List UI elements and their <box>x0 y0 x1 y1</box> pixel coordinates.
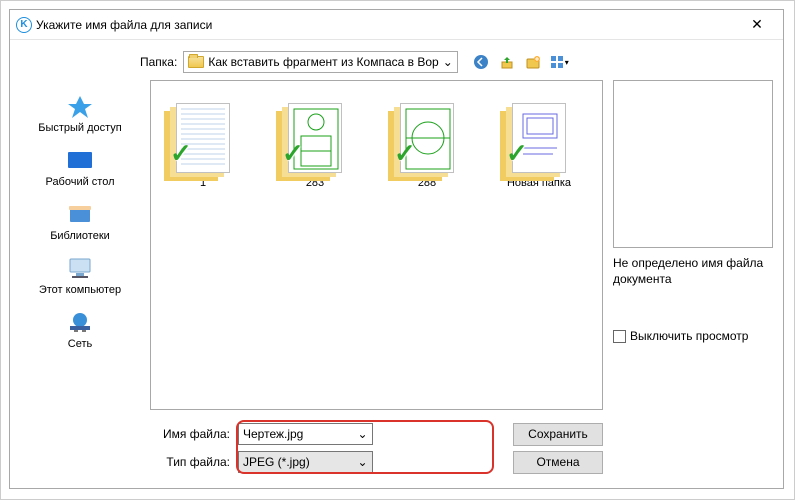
list-item[interactable]: ✓ 283 <box>271 93 359 189</box>
view-menu-button[interactable]: ▾ <box>548 52 570 72</box>
sidebar-item-network[interactable]: Сеть <box>20 304 140 356</box>
filename-value: Чертеж.jpg <box>243 427 357 441</box>
list-item-label: Новая папка <box>507 177 571 189</box>
list-item[interactable]: ✓ Новая папка <box>495 93 583 189</box>
check-overlay-icon: ✓ <box>394 138 416 169</box>
back-button[interactable] <box>470 52 492 72</box>
chevron-down-icon: ⌄ <box>357 427 367 441</box>
folder-icon <box>188 56 204 68</box>
folder-current: Как вставить фрагмент из Компаса в Вор <box>208 55 438 69</box>
folder-thumbnail: ✓ <box>390 93 464 173</box>
sidebar-item-label: Рабочий стол <box>45 176 114 188</box>
list-item-label: 288 <box>418 177 436 189</box>
titlebar: K Укажите имя файла для записи ✕ <box>10 10 783 40</box>
check-overlay-icon: ✓ <box>170 138 192 169</box>
sidebar-item-label: Быстрый доступ <box>38 122 122 134</box>
save-file-dialog: K Укажите имя файла для записи ✕ Папка: … <box>9 9 784 489</box>
cancel-button[interactable]: Отмена <box>513 451 603 474</box>
disable-preview-label: Выключить просмотр <box>630 329 748 343</box>
menu-caret-icon: ▾ <box>565 58 569 67</box>
preview-status: Не определено имя файла документа <box>613 254 773 289</box>
close-button[interactable]: ✕ <box>737 16 777 33</box>
sidebar-item-label: Этот компьютер <box>39 284 121 296</box>
sidebar-item-desktop[interactable]: Рабочий стол <box>20 142 140 194</box>
libraries-icon <box>66 202 94 226</box>
list-item-label: 283 <box>306 177 324 189</box>
sidebar-item-libraries[interactable]: Библиотеки <box>20 196 140 248</box>
folder-thumbnail: ✓ <box>278 93 352 173</box>
list-item-label: 1 <box>200 177 206 189</box>
up-button[interactable] <box>496 52 518 72</box>
folder-thumbnail: ✓ <box>502 93 576 173</box>
check-overlay-icon: ✓ <box>506 138 528 169</box>
save-button[interactable]: Сохранить <box>513 423 603 446</box>
preview-pane <box>613 80 773 248</box>
sidebar-item-quick-access[interactable]: Быстрый доступ <box>20 88 140 140</box>
filename-input[interactable]: Чертеж.jpg ⌄ <box>238 423 373 445</box>
list-item[interactable]: ✓ 1 <box>159 93 247 189</box>
sidebar-item-this-pc[interactable]: Этот компьютер <box>20 250 140 302</box>
filetype-dropdown[interactable]: JPEG (*.jpg) ⌄ <box>238 451 373 473</box>
filetype-value: JPEG (*.jpg) <box>243 455 357 469</box>
new-folder-icon <box>525 54 541 70</box>
app-icon: K <box>16 17 32 33</box>
back-icon <box>473 54 489 70</box>
view-grid-icon <box>549 54 565 70</box>
folder-dropdown[interactable]: Как вставить фрагмент из Компаса в Вор ⌄ <box>183 51 457 73</box>
folder-thumbnail: ✓ <box>166 93 240 173</box>
places-sidebar: Быстрый доступ Рабочий стол Библиотеки Э… <box>20 80 140 476</box>
up-icon <box>499 54 515 70</box>
disable-preview-checkbox[interactable] <box>613 330 626 343</box>
list-item[interactable]: ✓ 288 <box>383 93 471 189</box>
quick-access-icon <box>66 94 94 118</box>
desktop-icon <box>66 148 94 172</box>
file-list[interactable]: ✓ 1 ✓ 283 ✓ <box>150 80 603 410</box>
window-title: Укажите имя файла для записи <box>32 18 737 32</box>
computer-icon <box>66 256 94 280</box>
folder-label: Папка: <box>20 55 177 69</box>
new-folder-button[interactable] <box>522 52 544 72</box>
chevron-down-icon: ⌄ <box>357 455 367 469</box>
check-overlay-icon: ✓ <box>282 138 304 169</box>
sidebar-item-label: Сеть <box>68 338 92 350</box>
folder-toolbar: ▾ <box>464 52 570 72</box>
chevron-down-icon: ⌄ <box>443 55 453 69</box>
filename-label: Имя файла: <box>150 427 230 441</box>
network-icon <box>66 310 94 334</box>
sidebar-item-label: Библиотеки <box>50 230 110 242</box>
filetype-label: Тип файла: <box>150 455 230 469</box>
